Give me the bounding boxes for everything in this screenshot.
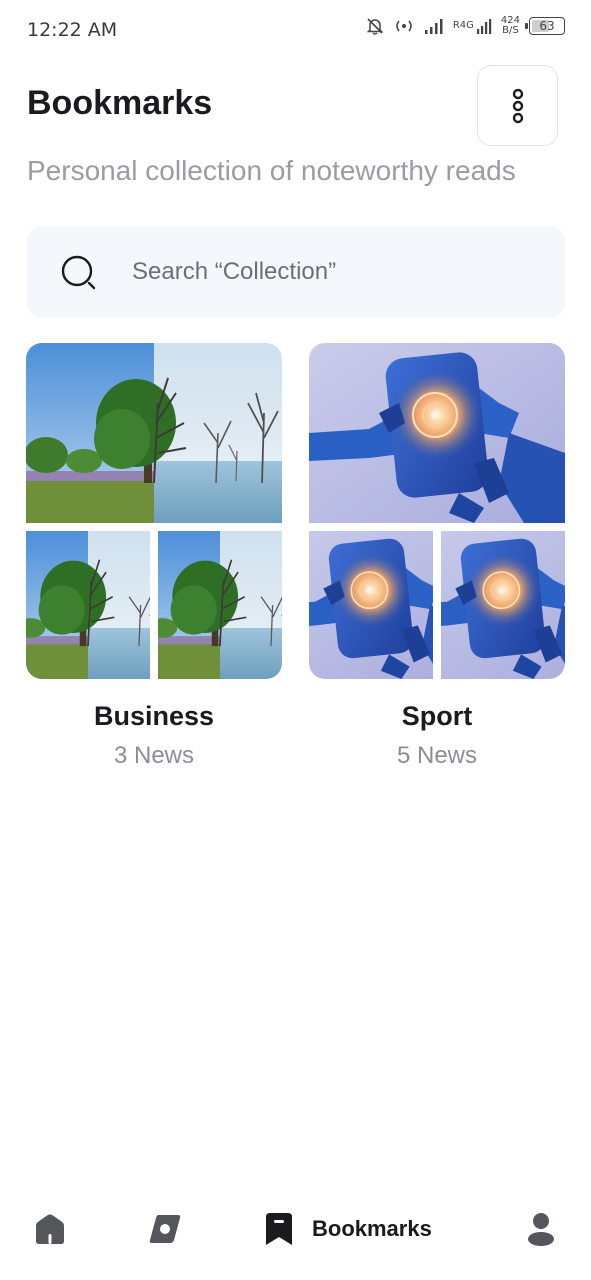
signal-4g-group: R4G: [453, 18, 492, 34]
status-bar: 12:22 AM R4G 424 B/S 63: [0, 0, 591, 60]
page-subtitle: Personal collection of noteworthy reads: [27, 155, 516, 186]
net-speed: 424 B/S: [501, 16, 520, 36]
network-type: R4G: [452, 20, 474, 31]
nav-profile[interactable]: [527, 1212, 555, 1246]
collection-name: Business: [93, 701, 215, 731]
collection-image-thumb: [441, 531, 565, 679]
collection-image-thumb: [309, 531, 433, 679]
bottom-nav: Bookmarks: [0, 1190, 591, 1280]
nav-home[interactable]: [33, 1212, 67, 1246]
signal-icon-1: [424, 19, 443, 34]
collection-collage: [309, 343, 565, 679]
more-vertical-icon: [512, 88, 523, 123]
collection-image-thumb: [26, 531, 150, 679]
collection-image-thumb: [158, 531, 282, 679]
compass-icon: [149, 1215, 181, 1243]
collection-collage: [26, 343, 282, 679]
collection-count: 3 News: [113, 742, 195, 769]
hotspot-icon: [396, 20, 412, 32]
signal-icon-2: [476, 19, 492, 34]
collection-card-sport[interactable]: Sport 5 News: [309, 343, 565, 770]
bell-off-icon: [366, 18, 384, 35]
more-options-button[interactable]: [477, 65, 558, 146]
profile-icon: [528, 1213, 554, 1246]
search-icon: [61, 255, 96, 290]
collection-image-main: [26, 343, 282, 523]
status-time: 12:22 AM: [27, 19, 118, 41]
home-icon: [36, 1214, 64, 1244]
battery-level: 63: [539, 19, 555, 33]
collection-card-business[interactable]: Business 3 News: [26, 343, 282, 770]
net-speed-unit: B/S: [502, 25, 519, 36]
page-title: Bookmarks: [27, 84, 213, 122]
status-icons: R4G 424 B/S 63: [366, 16, 565, 36]
collection-name: Sport: [401, 701, 473, 731]
nav-bookmarks[interactable]: Bookmarks: [264, 1212, 432, 1246]
battery-icon: 63: [525, 17, 565, 35]
nav-bookmarks-label: Bookmarks: [312, 1216, 432, 1241]
search-input[interactable]: [132, 227, 542, 317]
bookmark-icon: [266, 1213, 292, 1245]
search-bar[interactable]: [27, 227, 565, 317]
nav-discover[interactable]: [148, 1212, 182, 1246]
collection-count: 5 News: [396, 742, 478, 769]
collection-image-main: [309, 343, 565, 523]
